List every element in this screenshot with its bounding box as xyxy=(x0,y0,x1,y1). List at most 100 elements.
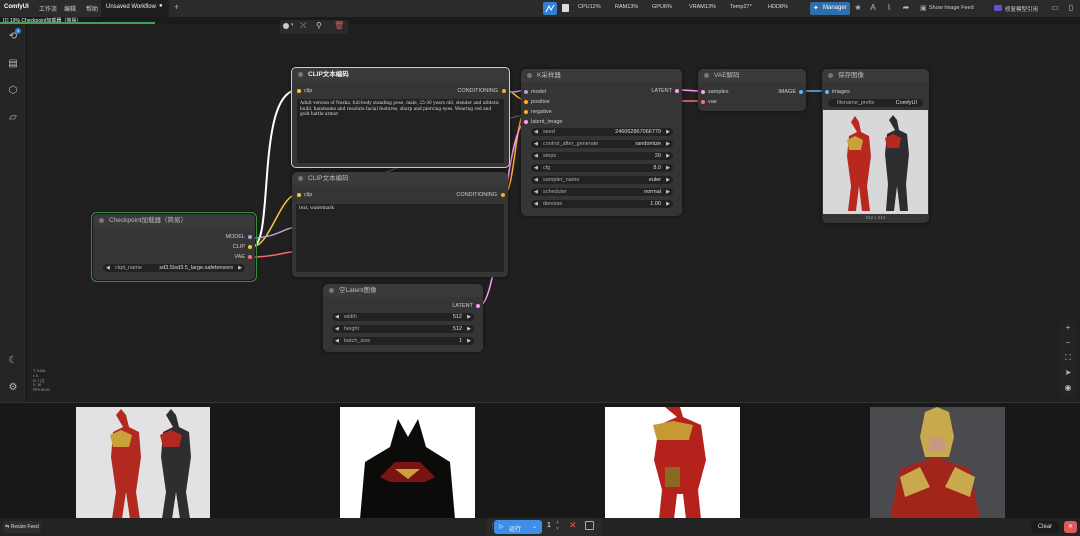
zoom-in-icon[interactable]: + xyxy=(1063,323,1073,333)
node-clip-text-encode-positive[interactable]: CLIP文本编码 clip CONDITIONING Adult version… xyxy=(291,67,510,168)
feed-image-3[interactable] xyxy=(605,407,740,519)
chevron-down-icon[interactable]: ⌄ xyxy=(532,523,537,530)
collapse-dot[interactable] xyxy=(298,72,303,77)
resize-feed-button[interactable]: ⇆ Resize Feed xyxy=(3,521,41,533)
arrow-right-icon[interactable]: ▶ xyxy=(666,164,670,172)
arrow-right-icon[interactable]: ▶ xyxy=(666,152,670,160)
input-model-port[interactable] xyxy=(524,90,528,94)
fit-view-icon[interactable]: ⛶ xyxy=(1063,353,1073,363)
prompt-textarea[interactable]: Adult version of Nezha, full-body standi… xyxy=(297,99,504,163)
input-negative-label: negative xyxy=(531,109,552,115)
widget-label: filename_prefix xyxy=(837,100,875,106)
node-ksampler[interactable]: K采样器 model positive negative latent_imag… xyxy=(521,69,682,216)
node-title[interactable]: CLIP文本编码 xyxy=(292,68,509,81)
steps-widget[interactable]: ◀ steps 20 ▶ xyxy=(531,152,673,160)
node-title[interactable]: 空Latent图像 xyxy=(323,284,483,297)
run-button[interactable]: ▷ 运行 ⌄ xyxy=(494,520,542,534)
zoom-out-icon[interactable]: − xyxy=(1063,338,1073,348)
collapse-dot[interactable] xyxy=(828,73,833,78)
arrow-left-icon[interactable]: ◀ xyxy=(534,140,538,148)
collapse-dot[interactable] xyxy=(298,176,303,181)
output-clip-port[interactable] xyxy=(248,245,252,249)
arrow-right-icon[interactable]: ▶ xyxy=(666,128,670,136)
arrow-right-icon[interactable]: ▶ xyxy=(666,188,670,196)
output-latent-port[interactable] xyxy=(476,304,480,308)
node-checkpoint-loader[interactable]: Checkpoint加载器（简易） MODEL CLIP VAE ◀ ckpt_… xyxy=(93,214,255,280)
output-latent-port[interactable] xyxy=(675,89,679,93)
seed-widget[interactable]: ◀ seed 246062867066779 ▶ xyxy=(531,128,673,136)
input-negative-port[interactable] xyxy=(524,110,528,114)
node-save-image[interactable]: 保存图像 images filename_prefix ComfyUI 512 … xyxy=(822,69,929,223)
prompt-textarea[interactable]: text, watermark xyxy=(296,204,504,272)
arrow-left-icon[interactable]: ◀ xyxy=(534,176,538,184)
collapse-dot[interactable] xyxy=(704,73,709,78)
feed-image-2[interactable] xyxy=(340,407,475,519)
arrow-left-icon[interactable]: ◀ xyxy=(335,337,339,345)
node-vae-decode[interactable]: VAE解码 samples vae IMAGE xyxy=(698,69,806,111)
batch-size-widget[interactable]: ◀ batch_size 1 ▶ xyxy=(332,337,474,345)
close-feed-icon[interactable]: ✕ xyxy=(1064,521,1077,533)
arrow-right-icon[interactable]: ▶ xyxy=(666,176,670,184)
arrow-right-icon[interactable]: ▶ xyxy=(467,313,471,321)
arrow-left-icon[interactable]: ◀ xyxy=(534,128,538,136)
collapse-dot[interactable] xyxy=(527,73,532,78)
height-widget[interactable]: ◀ height 512 ▶ xyxy=(332,325,474,333)
input-vae-port[interactable] xyxy=(701,100,705,104)
sampler-name-widget[interactable]: ◀ sampler_name euler ▶ xyxy=(531,176,673,184)
node-title[interactable]: VAE解码 xyxy=(698,69,806,82)
scheduler-widget[interactable]: ◀ scheduler normal ▶ xyxy=(531,188,673,196)
widget-label: denoise xyxy=(543,201,563,207)
arrow-right-icon[interactable]: ▶ xyxy=(666,140,670,148)
arrow-left-icon[interactable]: ◀ xyxy=(534,188,538,196)
control-after-generate-widget[interactable]: ◀ control_after_generate randomize ▶ xyxy=(531,140,673,148)
output-conditioning-port[interactable] xyxy=(501,193,505,197)
feed-image-4[interactable] xyxy=(870,407,1005,519)
input-positive-port[interactable] xyxy=(524,100,528,104)
preview-image[interactable] xyxy=(823,110,928,214)
arrow-right-icon[interactable]: ▶ xyxy=(467,325,471,333)
feed-image-1[interactable] xyxy=(76,407,210,519)
width-widget[interactable]: ◀ width 512 ▶ xyxy=(332,313,474,321)
output-model-port[interactable] xyxy=(248,235,252,239)
arrow-left-icon[interactable]: ◀ xyxy=(534,200,538,208)
input-clip-label: clip xyxy=(304,192,313,198)
stop-icon[interactable] xyxy=(585,521,594,530)
output-conditioning-label: CONDITIONING xyxy=(456,192,497,198)
arrow-left-icon[interactable]: ◀ xyxy=(335,313,339,321)
input-vae-label: vae xyxy=(708,99,717,105)
arrow-left-icon[interactable]: ◀ xyxy=(534,152,538,160)
arrow-right-icon[interactable]: ▶ xyxy=(238,264,242,272)
filename-prefix-widget[interactable]: filename_prefix ComfyUI xyxy=(828,99,923,107)
input-clip-port[interactable] xyxy=(297,193,301,197)
node-title[interactable]: K采样器 xyxy=(521,69,682,82)
collapse-dot[interactable] xyxy=(329,288,334,293)
stepper-icon[interactable]: ˄ ˅ xyxy=(556,520,559,532)
eye-icon[interactable]: ◉ xyxy=(1063,383,1073,393)
clear-button[interactable]: Clear xyxy=(1031,521,1059,533)
output-image-port[interactable] xyxy=(799,90,803,94)
node-title[interactable]: Checkpoint加载器（简易） xyxy=(93,214,255,227)
cfg-widget[interactable]: ◀ cfg 8.0 ▶ xyxy=(531,164,673,172)
node-empty-latent-image[interactable]: 空Latent图像 LATENT ◀ width 512 ▶ ◀ height … xyxy=(323,284,483,352)
output-vae-port[interactable] xyxy=(248,255,252,259)
node-title[interactable]: 保存图像 xyxy=(822,69,929,82)
batch-count-input[interactable]: 1 xyxy=(547,522,551,529)
widget-value: 246062867066779 xyxy=(615,129,661,135)
input-latent-port[interactable] xyxy=(524,120,528,124)
denoise-widget[interactable]: ◀ denoise 1.00 ▶ xyxy=(531,200,673,208)
arrow-left-icon[interactable]: ◀ xyxy=(335,325,339,333)
ckpt-name-widget[interactable]: ◀ ckpt_name sd3.5/sd3.5_large.safetensor… xyxy=(103,264,245,272)
node-title[interactable]: CLIP文本编码 xyxy=(292,172,508,185)
arrow-left-icon[interactable]: ◀ xyxy=(534,164,538,172)
input-clip-port[interactable] xyxy=(297,89,301,93)
arrow-right-icon[interactable]: ▶ xyxy=(467,337,471,345)
input-images-port[interactable] xyxy=(825,90,829,94)
arrow-left-icon[interactable]: ◀ xyxy=(106,264,110,272)
interrupt-icon[interactable]: ✕ xyxy=(569,520,577,531)
input-samples-port[interactable] xyxy=(701,90,705,94)
output-conditioning-port[interactable] xyxy=(502,89,506,93)
collapse-dot[interactable] xyxy=(99,218,104,223)
arrow-right-icon[interactable]: ▶ xyxy=(666,200,670,208)
pointer-icon[interactable]: ➤ xyxy=(1063,368,1073,378)
node-clip-text-encode-negative[interactable]: CLIP文本编码 clip CONDITIONING text, waterma… xyxy=(292,172,508,277)
